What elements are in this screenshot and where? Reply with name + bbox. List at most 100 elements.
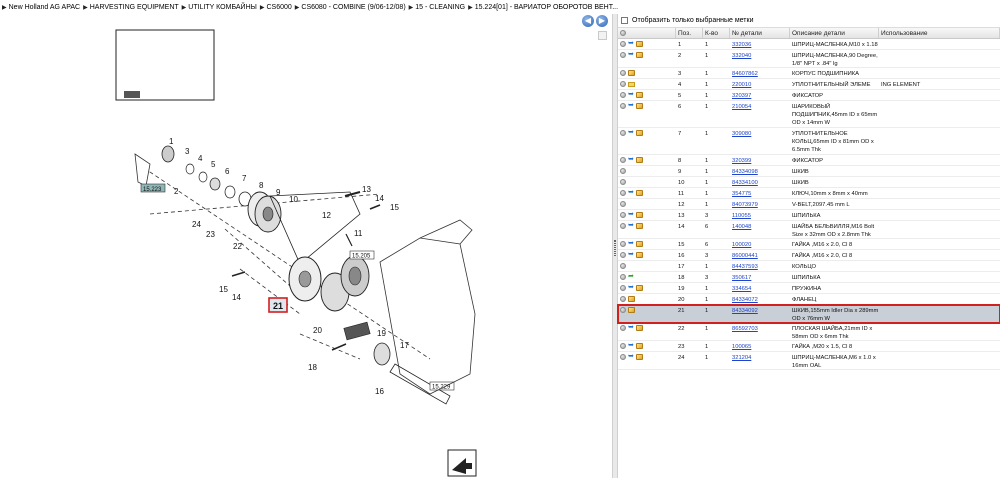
select-circle-icon[interactable]	[620, 130, 626, 137]
table-row[interactable]: 17 1 84437593 КОЛЬЦО	[618, 261, 1000, 272]
row-part-link[interactable]: 140048	[730, 221, 790, 238]
envelope-icon[interactable]	[628, 81, 635, 87]
package-icon[interactable]	[635, 157, 643, 164]
select-circle-icon[interactable]	[620, 307, 626, 314]
table-row[interactable]: 21 1 84334092 ШКИВ,155mm Idler Dia x 289mm …	[617, 304, 1000, 324]
select-all-header[interactable]	[618, 28, 676, 38]
select-circle-icon[interactable]	[620, 103, 626, 110]
table-row[interactable]: ➥ 16 3 86000441 ГАЙКА ,M16 x 2.0, Cl 8	[618, 250, 1000, 261]
package-icon[interactable]	[635, 92, 643, 99]
replace-arrow-icon[interactable]: ➥	[628, 353, 634, 360]
row-part-link[interactable]: 84073979	[730, 199, 790, 209]
row-part-link[interactable]: 84334072	[730, 294, 790, 304]
table-row[interactable]: ➥ 19 1 334654 ПРУЖИНА	[618, 283, 1000, 294]
select-circle-icon[interactable]	[620, 52, 626, 59]
replace-arrow-icon[interactable]: ➥	[628, 240, 634, 247]
replace-arrow-icon[interactable]: ➥	[628, 251, 634, 258]
table-row[interactable]: 4 1 220010 УПЛОТНИТЕЛЬНЫЙ ЭЛЕМЕ ING ELEMENT	[618, 79, 1000, 90]
replace-arrow-icon[interactable]: ➥	[628, 222, 634, 229]
replace-arrow-icon[interactable]: ➥	[628, 129, 634, 136]
package-icon[interactable]	[635, 212, 643, 219]
replace-arrow-icon[interactable]: ➥	[628, 211, 634, 218]
table-row[interactable]: ➥ 22 1 86592703 ПЛОСКАЯ ШАЙБА,21mm ID x 58mm…	[618, 323, 1000, 341]
select-circle-icon[interactable]	[620, 81, 626, 88]
row-part-link[interactable]: 100065	[730, 341, 790, 351]
select-circle-icon[interactable]	[620, 252, 626, 259]
row-part-link[interactable]: 86592703	[730, 323, 790, 340]
replace-arrow-icon[interactable]: ➥	[628, 51, 634, 58]
table-row[interactable]: ➥ 15 6 100020 ГАЙКА ,M16 x 2.0, Cl 8	[618, 239, 1000, 250]
replace-arrow-icon[interactable]: ➥	[628, 102, 634, 109]
package-icon[interactable]	[635, 52, 643, 59]
row-part-link[interactable]: 84334098	[730, 166, 790, 176]
select-circle-icon[interactable]	[620, 41, 626, 48]
package-icon[interactable]	[635, 343, 643, 350]
table-row[interactable]: 20 1 84334072 ФЛАНЕЦ	[618, 294, 1000, 305]
header-qty[interactable]: К-во	[703, 28, 730, 38]
table-row[interactable]: ➥ 23 1 100065 ГАЙКА ,M20 x 1.5, Cl 8	[618, 341, 1000, 352]
table-row[interactable]: ➥ 14 6 140048 ШАЙБА БЕЛЬВИЛЛЯ,M16 Bolt Size …	[618, 221, 1000, 239]
filter-checkbox[interactable]	[621, 17, 628, 24]
package-icon[interactable]	[635, 354, 643, 361]
select-circle-icon[interactable]	[620, 241, 626, 248]
select-circle-icon[interactable]	[620, 285, 626, 292]
breadcrumb-item[interactable]: ▶ CS6080 - COMBINE (9/06-12/08)	[295, 4, 406, 11]
select-circle-icon[interactable]	[620, 296, 626, 303]
select-circle-icon[interactable]	[620, 343, 626, 350]
table-row[interactable]: ➥ 5 1 320397 ФИКСАТОР	[618, 90, 1000, 101]
table-row[interactable]: ➥ 13 3 110055 ШПИЛЬКА	[618, 210, 1000, 221]
table-row[interactable]: 3 1 84607862 КОРПУС ПОДШИПНИКА	[618, 68, 1000, 79]
row-part-link[interactable]: 110055	[730, 210, 790, 220]
header-pos[interactable]: Поз.	[676, 28, 703, 38]
breadcrumb-item[interactable]: ▶ 15 - CLEANING	[409, 4, 465, 11]
select-circle-icon[interactable]	[620, 92, 626, 99]
select-circle-icon[interactable]	[620, 190, 626, 197]
package-icon[interactable]	[635, 285, 643, 292]
table-row[interactable]: ➥ 1 1 332036 ШПРИЦ-МАСЛЕНКА,M10 x 1.18	[618, 39, 1000, 50]
package-icon[interactable]	[635, 252, 643, 259]
row-part-link[interactable]: 354775	[730, 188, 790, 198]
select-circle-icon[interactable]	[620, 168, 626, 175]
replace-arrow-icon[interactable]: ➥	[628, 189, 634, 196]
table-row[interactable]: ➥ 6 1 210054 ШАРИКОВЫЙ ПОДШИПНИК,45mm ID x 6…	[618, 101, 1000, 128]
select-circle-icon[interactable]	[620, 354, 626, 361]
row-part-link[interactable]: 332040	[730, 50, 790, 67]
package-icon[interactable]	[635, 325, 643, 332]
package-icon[interactable]	[635, 41, 643, 48]
package-icon[interactable]	[635, 241, 643, 248]
breadcrumb-item[interactable]: ▶ HARVESTING EQUIPMENT	[83, 4, 179, 11]
row-part-link[interactable]: 320399	[730, 155, 790, 165]
row-part-link[interactable]: 84437593	[730, 261, 790, 271]
replace-arrow-icon[interactable]: ➥	[628, 91, 634, 98]
table-row[interactable]: ➥ 2 1 332040 ШПРИЦ-МАСЛЕНКА,90 Degree, 1/8" …	[618, 50, 1000, 68]
replace-arrow-icon[interactable]: ➥	[628, 284, 634, 291]
select-circle-icon[interactable]	[620, 274, 626, 281]
table-row[interactable]: ➥ 11 1 354775 КЛЮЧ,10mm x 8mm x 40mm	[618, 188, 1000, 199]
table-row[interactable]: ➥ 24 1 321204 ШПРИЦ-МАСЛЕНКА,M6 x 1.0 x 16mm…	[618, 352, 1000, 370]
table-row[interactable]: 9 1 84334098 ШКИВ	[618, 166, 1000, 177]
select-circle-icon[interactable]	[620, 157, 626, 164]
header-usage[interactable]: Использование	[879, 28, 1000, 38]
package-icon[interactable]	[628, 307, 635, 314]
package-icon[interactable]	[635, 103, 643, 110]
select-circle-icon[interactable]	[620, 30, 626, 37]
replace-arrow-icon[interactable]: ➥	[628, 156, 634, 163]
row-part-link[interactable]: 320397	[730, 90, 790, 100]
replace-arrow-icon[interactable]: ➥	[628, 40, 634, 47]
select-circle-icon[interactable]	[620, 223, 626, 230]
select-circle-icon[interactable]	[620, 263, 626, 270]
select-circle-icon[interactable]	[620, 325, 626, 332]
table-row[interactable]: 10 1 84334100 ШКИВ	[618, 177, 1000, 188]
select-circle-icon[interactable]	[620, 70, 626, 77]
table-row[interactable]: ➥ 8 1 320399 ФИКСАТОР	[618, 155, 1000, 166]
row-part-link[interactable]: 84607862	[730, 68, 790, 78]
replace-arrow-icon[interactable]: ➥	[628, 342, 634, 349]
package-icon[interactable]	[635, 190, 643, 197]
row-part-link[interactable]: 84334092	[730, 305, 790, 322]
select-circle-icon[interactable]	[620, 179, 626, 186]
header-part[interactable]: № детали	[730, 28, 790, 38]
breadcrumb-item[interactable]: ▶ UTILITY КОМБАЙНЫ	[182, 4, 257, 11]
package-icon[interactable]	[628, 296, 635, 303]
row-part-link[interactable]: 84334100	[730, 177, 790, 187]
select-circle-icon[interactable]	[620, 212, 626, 219]
